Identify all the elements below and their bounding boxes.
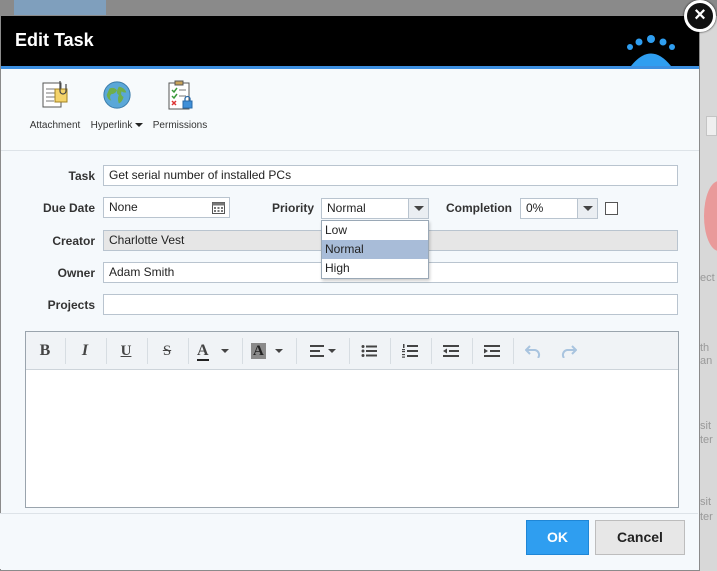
redo-button[interactable] xyxy=(558,340,580,362)
hyperlink-label: Hyperlink xyxy=(87,120,147,131)
numbered-list-button[interactable] xyxy=(399,340,421,362)
due-date-label: Due Date xyxy=(42,201,95,215)
completion-checkbox[interactable] xyxy=(605,202,618,215)
projects-label: Projects xyxy=(47,298,95,312)
due-date-field[interactable]: None xyxy=(103,197,230,218)
close-icon: × xyxy=(694,4,706,26)
task-label: Task xyxy=(68,169,95,183)
cancel-button[interactable]: Cancel xyxy=(595,520,685,555)
toolbar-divider xyxy=(106,338,107,364)
attachment-icon xyxy=(42,81,68,108)
toolbar-divider xyxy=(513,338,514,364)
completion-value: 0% xyxy=(526,201,544,215)
projects-field[interactable] xyxy=(103,294,678,315)
toolbar-divider xyxy=(296,338,297,364)
background-fragment: sit xyxy=(700,496,711,508)
background-fragment: ter xyxy=(700,434,713,446)
highlight-icon: A xyxy=(251,343,266,359)
toolbar-divider xyxy=(431,338,432,364)
redo-icon xyxy=(561,345,578,359)
close-button[interactable]: × xyxy=(684,0,716,32)
editor-content[interactable] xyxy=(26,370,678,492)
background-right-strip: ect th an sit ter sit ter xyxy=(700,16,717,571)
chevron-down-icon xyxy=(135,123,144,128)
hyperlink-button[interactable]: Hyperlink xyxy=(87,79,147,131)
attachment-label: Attachment xyxy=(29,120,81,131)
background-fragment: ter xyxy=(700,511,713,523)
priority-option-high[interactable]: High xyxy=(322,259,428,278)
background-tile xyxy=(14,0,106,16)
background-fragment: an xyxy=(700,355,713,367)
background-fragment: ect xyxy=(700,272,715,284)
chevron-down-icon xyxy=(220,349,229,354)
underline-button[interactable]: U xyxy=(115,340,137,362)
toolbar-divider xyxy=(349,338,350,364)
due-date-value: None xyxy=(109,200,138,214)
undo-icon xyxy=(524,345,541,359)
bullet-list-icon xyxy=(361,345,377,358)
toolbar-divider xyxy=(242,338,243,364)
toolbar-divider xyxy=(147,338,148,364)
font-color-icon: A xyxy=(197,342,209,361)
priority-value: Normal xyxy=(327,201,366,215)
highlight-color-button[interactable]: A xyxy=(251,340,291,362)
chevron-down-icon[interactable] xyxy=(577,199,597,218)
hyperlink-text: Hyperlink xyxy=(90,120,133,131)
creator-label: Creator xyxy=(52,234,95,248)
toolbar-divider xyxy=(65,338,66,364)
italic-button[interactable]: I xyxy=(74,340,96,362)
align-left-icon xyxy=(310,345,324,358)
permissions-label: Permissions xyxy=(152,120,208,131)
bold-button[interactable]: B xyxy=(34,340,56,362)
task-field[interactable]: Get serial number of installed PCs xyxy=(103,165,678,186)
dialog-header: Edit Task xyxy=(1,16,699,66)
completion-select[interactable]: 0% xyxy=(520,198,598,219)
bullet-list-button[interactable] xyxy=(358,340,380,362)
permissions-button[interactable]: Permissions xyxy=(151,79,209,131)
outdent-button[interactable] xyxy=(440,340,462,362)
background-box xyxy=(706,116,717,136)
action-toolbar: Attachment Hyperlink Permissions xyxy=(1,69,699,151)
indent-icon xyxy=(484,345,500,358)
strikethrough-button[interactable]: S xyxy=(156,340,178,362)
indent-button[interactable] xyxy=(481,340,503,362)
description-editor: B I U S A A xyxy=(25,331,679,508)
align-button[interactable] xyxy=(306,340,340,362)
priority-dropdown: Low Normal High xyxy=(321,220,429,279)
background-topbar xyxy=(0,0,717,16)
priority-label: Priority xyxy=(271,201,314,215)
numbered-list-icon xyxy=(402,344,418,358)
outdent-icon xyxy=(443,345,459,358)
ok-button[interactable]: OK xyxy=(526,520,589,555)
priority-option-normal[interactable]: Normal xyxy=(322,240,428,259)
font-color-button[interactable]: A xyxy=(197,340,237,362)
toolbar-divider xyxy=(390,338,391,364)
toolbar-divider xyxy=(188,338,189,364)
attachment-button[interactable]: Attachment xyxy=(27,79,83,131)
globe-icon xyxy=(103,81,131,109)
background-chart xyxy=(704,181,717,251)
background-fragment: sit xyxy=(700,420,711,432)
dialog-footer: OK Cancel xyxy=(0,513,698,569)
clipboard-lock-icon xyxy=(168,80,193,110)
priority-select[interactable]: Normal xyxy=(321,198,429,219)
owner-label: Owner xyxy=(57,266,95,280)
brand-logo-icon xyxy=(627,35,675,66)
calendar-icon[interactable] xyxy=(212,201,225,214)
chevron-down-icon[interactable] xyxy=(408,199,428,218)
dialog-title: Edit Task xyxy=(15,30,94,50)
priority-option-low[interactable]: Low xyxy=(322,221,428,240)
toolbar-divider xyxy=(472,338,473,364)
completion-label: Completion xyxy=(446,201,512,215)
editor-toolbar: B I U S A A xyxy=(26,332,678,370)
chevron-down-icon xyxy=(274,349,283,354)
chevron-down-icon xyxy=(328,349,336,354)
undo-button[interactable] xyxy=(522,340,544,362)
background-fragment: th xyxy=(700,342,710,354)
